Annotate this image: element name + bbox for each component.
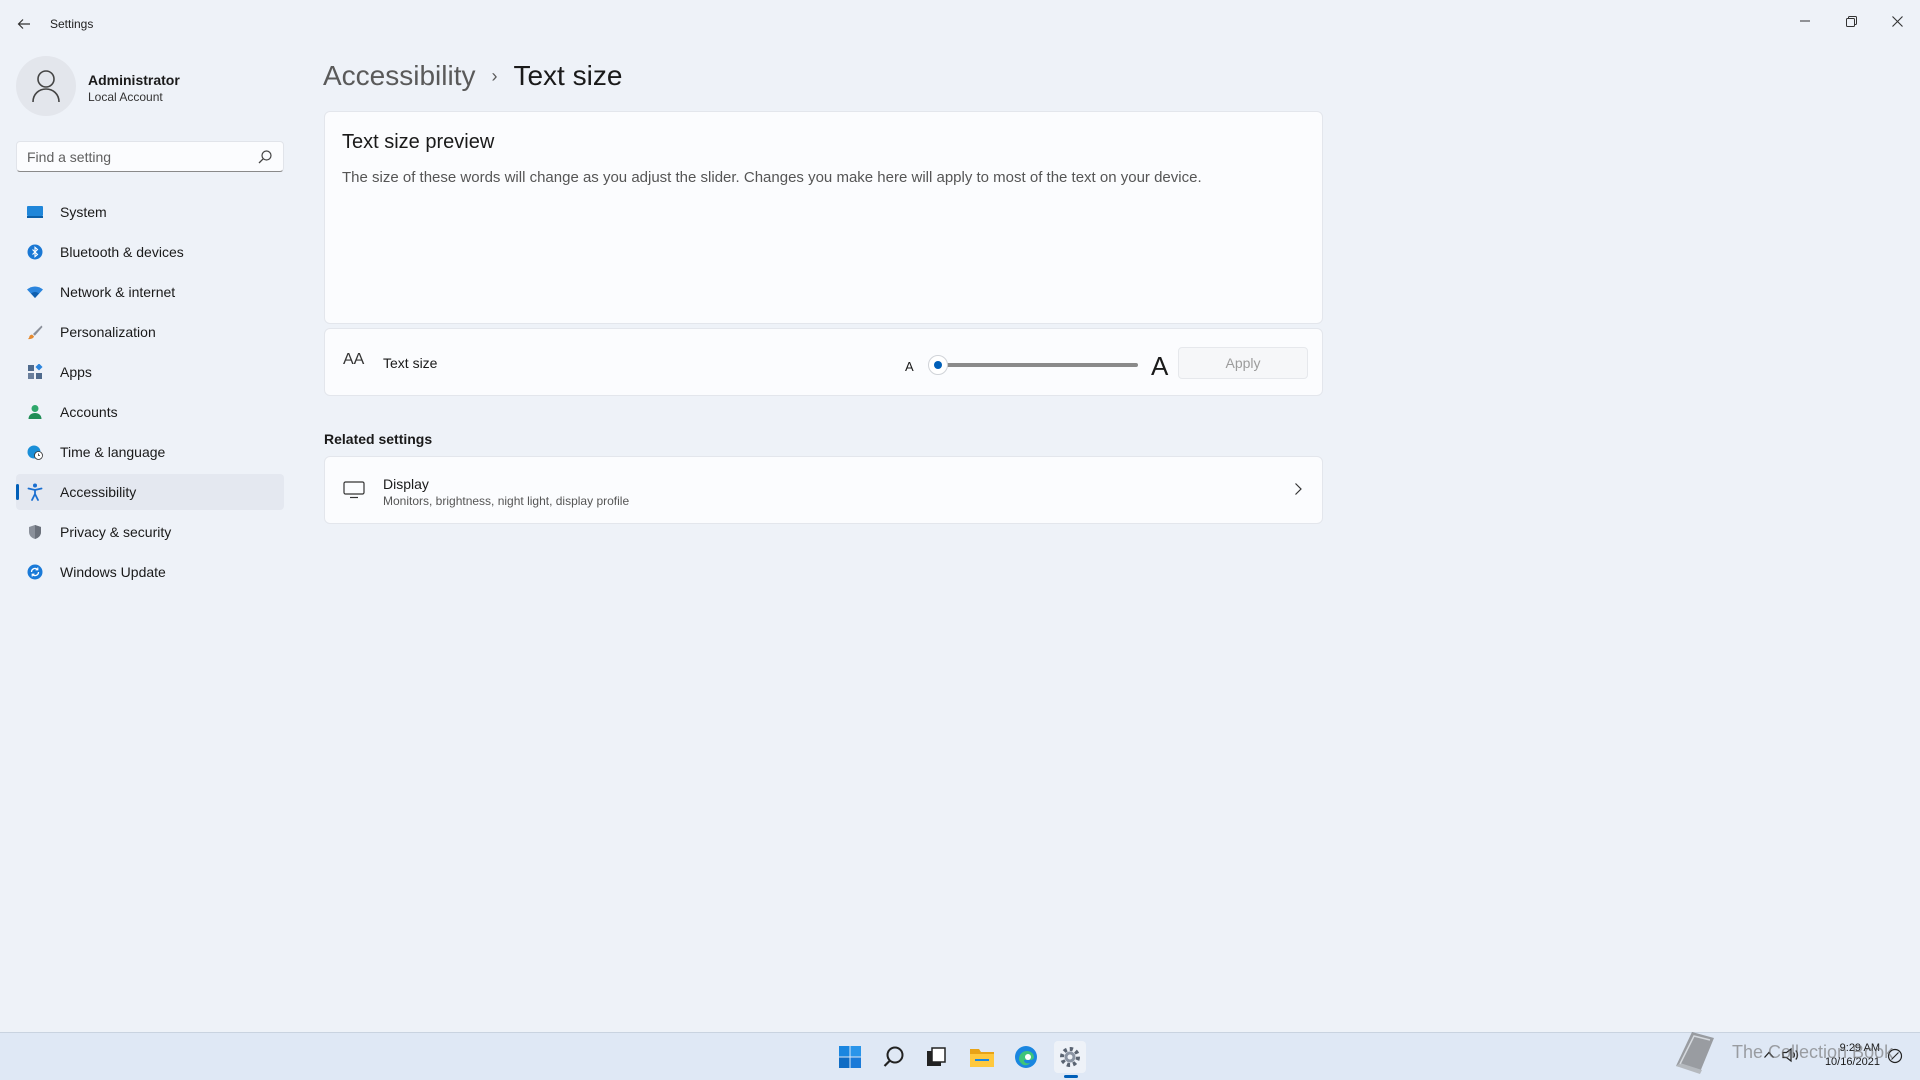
search-icon [883,1046,904,1067]
search-icon [258,150,272,164]
file-explorer-button[interactable] [966,1041,998,1073]
taskbar: 9:29 AM 10/16/2021 [0,1032,1920,1080]
restore-icon [1845,15,1857,27]
settings-icon [1060,1047,1080,1067]
preview-title: Text size preview [342,131,495,153]
task-view-icon [927,1047,946,1066]
sidebar-item-bluetooth[interactable]: Bluetooth & devices [16,234,284,270]
start-icon [839,1046,861,1068]
sidebar-item-apps[interactable]: Apps [16,354,284,390]
monitor-icon [343,481,365,499]
display-subtitle: Monitors, brightness, night light, displ… [383,494,630,508]
apply-button[interactable]: Apply [1178,347,1308,379]
preview-text: The size of these words will change as y… [342,169,1202,186]
file-explorer-icon [970,1049,994,1067]
display-title: Display [383,476,429,492]
bluetooth-icon [26,243,44,261]
sidebar-item-label: Accounts [60,404,118,420]
sidebar-item-personalization[interactable]: Personalization [16,314,284,350]
chevron-right-icon [1295,483,1302,495]
minimize-button[interactable] [1782,6,1828,36]
text-size-card: AA Text size A A Apply [324,328,1323,396]
edge-button[interactable] [1010,1041,1042,1073]
user-profile[interactable]: Administrator Local Account [16,56,286,118]
edge-icon [1015,1046,1037,1068]
close-icon [1891,15,1903,27]
back-button[interactable] [12,12,36,36]
slider-track[interactable] [938,363,1138,367]
minimize-icon [1800,20,1810,22]
sidebar-item-label: System [60,204,107,220]
avatar [16,56,76,116]
update-icon [26,563,44,581]
sidebar-item-network[interactable]: Network & internet [16,274,284,310]
sidebar-item-label: Bluetooth & devices [60,244,184,260]
globe-clock-icon [26,443,44,461]
sidebar-item-label: Accessibility [60,484,137,500]
sidebar-item-accessibility[interactable]: Accessibility [16,474,284,510]
start-button[interactable] [834,1041,866,1073]
text-size-icon: AA [343,351,365,368]
related-settings-heading: Related settings [324,431,433,447]
text-size-preview-card: Text size preview The size of these word… [324,111,1323,324]
sidebar-item-privacy-security[interactable]: Privacy & security [16,514,284,550]
sidebar-nav: System Bluetooth & devices Network & int… [16,194,284,594]
text-size-label: Text size [383,355,438,371]
apps-icon [26,363,44,381]
accessibility-icon [26,483,44,501]
person-icon [26,403,44,421]
restore-button[interactable] [1828,6,1874,36]
sidebar-item-label: Privacy & security [60,524,172,540]
brush-icon [26,323,44,341]
sidebar-item-system[interactable]: System [16,194,284,230]
title-bar: Settings [0,0,1920,48]
search-input[interactable] [27,148,247,166]
display-settings-link[interactable]: Display Monitors, brightness, night ligh… [324,456,1323,524]
taskbar-search-button[interactable] [878,1041,910,1073]
task-view-button[interactable] [920,1041,952,1073]
sidebar-item-accounts[interactable]: Accounts [16,394,284,430]
chevron-right-icon: › [491,65,498,86]
wifi-icon [26,283,44,301]
active-app-indicator [1064,1075,1078,1078]
close-button[interactable] [1874,6,1920,36]
sidebar-item-label: Personalization [60,324,156,340]
back-arrow-icon [17,19,30,29]
app-title: Settings [50,17,94,31]
breadcrumb: Accessibility › Text size [323,56,622,96]
slider-max-marker: A [1151,351,1169,381]
search-box[interactable] [16,141,284,172]
text-size-slider[interactable] [928,355,1142,375]
shield-icon [26,523,44,541]
system-icon [26,203,44,221]
slider-thumb[interactable] [928,355,948,375]
profile-account-type: Local Account [88,90,163,104]
watermark-text: The Collection Book [1732,1042,1894,1062]
sidebar-item-windows-update[interactable]: Windows Update [16,554,284,590]
profile-name: Administrator [88,72,180,88]
book-icon [1676,1032,1714,1074]
sidebar-item-label: Time & language [60,444,166,460]
breadcrumb-parent[interactable]: Accessibility [323,60,475,92]
slider-min-marker: A [905,359,914,374]
sidebar-item-label: Apps [60,364,92,380]
sidebar-item-label: Network & internet [60,284,176,300]
settings-taskbar-button[interactable] [1054,1041,1086,1073]
sidebar-item-label: Windows Update [60,564,166,580]
watermark-logo: The Collection Book [1668,1026,1908,1080]
page-title: Text size [513,60,623,91]
person-avatar-icon [32,70,60,103]
sidebar-item-time-language[interactable]: Time & language [16,434,284,470]
